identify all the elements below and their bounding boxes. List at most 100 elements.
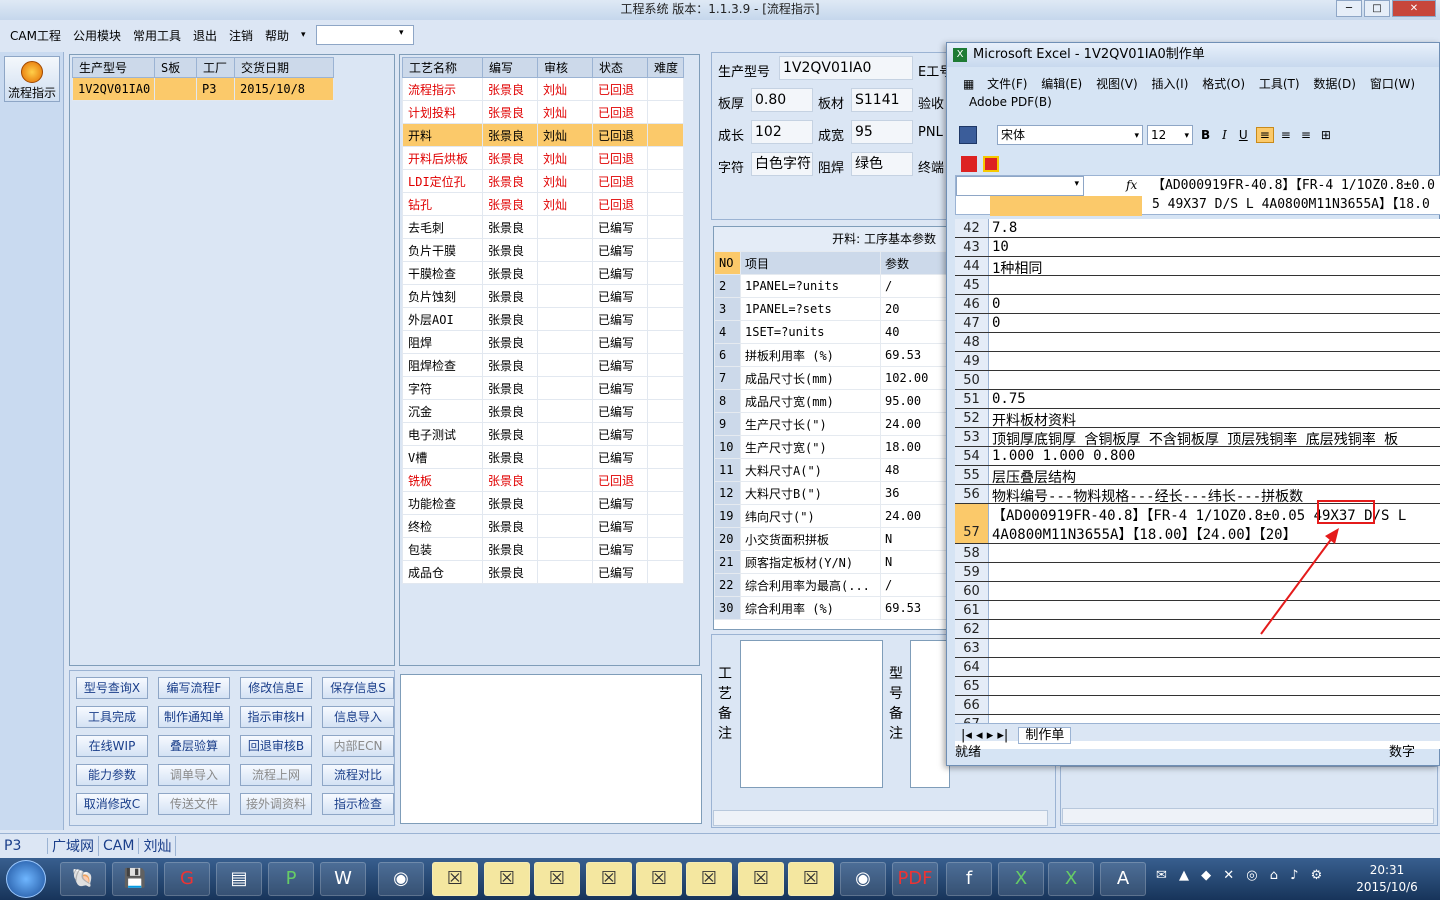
excel-row[interactable]: 48 bbox=[955, 333, 1440, 352]
menu-logout[interactable]: 注销 bbox=[223, 27, 259, 44]
model-field[interactable]: 1V2QV01IA0 bbox=[779, 56, 913, 80]
excel-cell[interactable]: 物料编号---物料规格---经长---纬长---拼板数 bbox=[992, 486, 1303, 503]
excel-row[interactable]: 47 0 bbox=[955, 314, 1440, 333]
excel-row[interactable]: 52 开料板材资料 bbox=[955, 409, 1440, 428]
excel-menu-insert[interactable]: 插入(I) bbox=[1146, 77, 1193, 91]
excel-cell[interactable]: 层压叠层结构 bbox=[992, 467, 1076, 484]
taskbar-word-icon[interactable]: W bbox=[320, 862, 366, 896]
excel-row-number[interactable]: 53 bbox=[955, 428, 989, 446]
excel-row[interactable]: 42 7.8 bbox=[955, 219, 1440, 238]
excel-row-number[interactable]: 61 bbox=[955, 601, 989, 619]
process-row[interactable]: LDI定位孔 张景良 刘灿 已回退 bbox=[402, 169, 684, 193]
excel-row[interactable]: 55 层压叠层结构 bbox=[955, 466, 1440, 485]
excel-menu-adobe[interactable]: Adobe PDF(B) bbox=[959, 95, 1057, 109]
process-row[interactable]: 钻孔 张景良 刘灿 已回退 bbox=[402, 192, 684, 216]
excel-row[interactable]: 66 bbox=[955, 696, 1440, 715]
action-button[interactable]: 接外调资料 bbox=[240, 793, 312, 815]
excel-row-number[interactable]: 57 bbox=[955, 504, 989, 543]
length-field[interactable]: 102 bbox=[751, 120, 813, 144]
action-button[interactable]: 取消修改C bbox=[76, 793, 148, 815]
action-button[interactable]: 叠层验算 bbox=[158, 735, 230, 757]
excel-cell[interactable]: 0 bbox=[992, 315, 1000, 331]
save-icon[interactable] bbox=[959, 126, 977, 144]
excel-row[interactable]: 65 bbox=[955, 677, 1440, 696]
excel-row-number[interactable]: 58 bbox=[955, 544, 989, 562]
merge-center-icon[interactable]: ⊞ bbox=[1318, 128, 1334, 142]
excel-menu-tools[interactable]: 工具(T) bbox=[1254, 77, 1305, 91]
menu-exit[interactable]: 退出 bbox=[187, 27, 223, 44]
taskbar-app-21-icon[interactable]: A bbox=[1100, 862, 1146, 896]
pdf-mail-icon[interactable] bbox=[983, 156, 999, 172]
excel-row-number[interactable]: 45 bbox=[955, 276, 989, 294]
process-row[interactable]: 阻焊检查 张景良 已编写 bbox=[402, 353, 684, 377]
taskbar-app-3-icon[interactable]: G bbox=[164, 862, 210, 896]
excel-row-number[interactable]: 60 bbox=[955, 582, 989, 600]
action-button[interactable]: 内部ECN bbox=[322, 735, 394, 757]
params-row[interactable]: 20 小交货面积拼板 N bbox=[714, 527, 950, 551]
status-factory[interactable]: P3 bbox=[0, 837, 48, 854]
taskbar-app-1-icon[interactable]: 🐚 bbox=[60, 862, 106, 896]
minimize-icon[interactable]: ─ bbox=[1336, 0, 1362, 17]
params-row[interactable]: 4 1SET=?units 40 bbox=[714, 320, 950, 344]
pdf-convert-icon[interactable] bbox=[961, 156, 977, 172]
action-button[interactable]: 流程上网 bbox=[240, 764, 312, 786]
taskbar-app-16-icon[interactable]: ◉ bbox=[840, 862, 886, 896]
bold-icon[interactable]: B bbox=[1197, 128, 1214, 142]
menu-common-module[interactable]: 公用模块 bbox=[67, 27, 127, 44]
close-icon[interactable]: ✕ bbox=[1392, 0, 1436, 17]
process-row[interactable]: 去毛刺 张景良 已编写 bbox=[402, 215, 684, 239]
horizontal-scrollbar[interactable] bbox=[713, 810, 1048, 826]
excel-row-number[interactable]: 55 bbox=[955, 466, 989, 484]
taskbar-window-3-icon[interactable]: ☒ bbox=[534, 862, 580, 896]
sheet-nav-icon[interactable]: |◂ ◂ ▸ ▸| bbox=[955, 728, 1014, 743]
excel-row-number[interactable]: 54 bbox=[955, 447, 989, 465]
flow-instruction-button[interactable]: 流程指示 bbox=[4, 56, 60, 102]
process-row[interactable]: 开料 张景良 刘灿 已回退 bbox=[402, 123, 684, 147]
solder-mask-field[interactable]: 绿色 bbox=[851, 152, 913, 176]
action-button[interactable]: 流程对比 bbox=[322, 764, 394, 786]
taskbar-app-5-icon[interactable]: P bbox=[268, 862, 314, 896]
underline-icon[interactable]: U bbox=[1235, 128, 1252, 142]
chevron-down-icon[interactable]: ▾ bbox=[1184, 127, 1189, 145]
params-row[interactable]: 2 1PANEL=?units / bbox=[714, 274, 950, 298]
taskbar-excel-1-icon[interactable]: X bbox=[998, 862, 1044, 896]
process-row[interactable]: 电子测试 张景良 已编写 bbox=[402, 422, 684, 446]
excel-row[interactable]: 54 1.000 1.000 0.800 bbox=[955, 447, 1440, 466]
action-button[interactable]: 能力参数 bbox=[76, 764, 148, 786]
excel-row[interactable]: 49 bbox=[955, 352, 1440, 371]
excel-row[interactable]: 46 0 bbox=[955, 295, 1440, 314]
params-row[interactable]: 10 生产尺寸宽(") 18.00 bbox=[714, 435, 950, 459]
process-row[interactable]: 负片干膜 张景良 已编写 bbox=[402, 238, 684, 262]
action-button[interactable]: 制作通知单 bbox=[158, 706, 230, 728]
excel-row-number[interactable]: 65 bbox=[955, 677, 989, 695]
menu-combo[interactable]: ▾ bbox=[315, 25, 414, 45]
process-row[interactable]: 负片蚀刻 张景良 已编写 bbox=[402, 284, 684, 308]
taskbar-window-5-icon[interactable]: ☒ bbox=[636, 862, 682, 896]
excel-row-number[interactable]: 59 bbox=[955, 563, 989, 581]
excel-row-number[interactable]: 43 bbox=[955, 238, 989, 256]
chevron-down-icon[interactable]: ▾ bbox=[393, 28, 410, 38]
taskbar-app-7-icon[interactable]: ◉ bbox=[378, 862, 424, 896]
excel-cell[interactable]: 顶铜厚底铜厚 含铜板厚 不含铜板厚 顶层残铜率 底层残铜率 板 bbox=[992, 429, 1398, 446]
process-row[interactable]: 功能检查 张景良 已编写 bbox=[402, 491, 684, 515]
process-row[interactable]: 终检 张景良 已编写 bbox=[402, 514, 684, 538]
chevron-down-icon[interactable]: ▾ bbox=[295, 30, 312, 40]
process-row[interactable]: 沉金 张景良 已编写 bbox=[402, 399, 684, 423]
taskbar-window-6-icon[interactable]: ☒ bbox=[686, 862, 732, 896]
taskbar-app-2-icon[interactable]: 💾 bbox=[112, 862, 158, 896]
excel-row[interactable]: 64 bbox=[955, 658, 1440, 677]
excel-menu-file[interactable]: 文件(F) bbox=[982, 77, 1032, 91]
excel-row-number[interactable]: 46 bbox=[955, 295, 989, 313]
excel-menu-window[interactable]: 窗口(W) bbox=[1365, 77, 1420, 91]
params-row[interactable]: 30 综合利用率 (%) 69.53 bbox=[714, 596, 950, 620]
excel-row-number[interactable]: 62 bbox=[955, 620, 989, 638]
excel-row[interactable]: 53 顶铜厚底铜厚 含铜板厚 不含铜板厚 顶层残铜率 底层残铜率 板 bbox=[955, 428, 1440, 447]
excel-row-number[interactable]: 44 bbox=[955, 257, 989, 275]
excel-row-number[interactable]: 66 bbox=[955, 696, 989, 714]
excel-row-number[interactable]: 47 bbox=[955, 314, 989, 332]
excel-sheet-grid[interactable]: 42 7.8 43 10 44 1种相同 45 46 0 47 0 48 49 50 51 0.75 52 开料板… bbox=[955, 219, 1440, 749]
action-button[interactable]: 回退审核B bbox=[240, 735, 312, 757]
params-row[interactable]: 11 大料尺寸A(") 48 bbox=[714, 458, 950, 482]
tray-clock[interactable]: 20:31 2015/10/6 bbox=[1352, 862, 1422, 896]
params-row[interactable]: 21 顾客指定板材(Y/N) N bbox=[714, 550, 950, 574]
